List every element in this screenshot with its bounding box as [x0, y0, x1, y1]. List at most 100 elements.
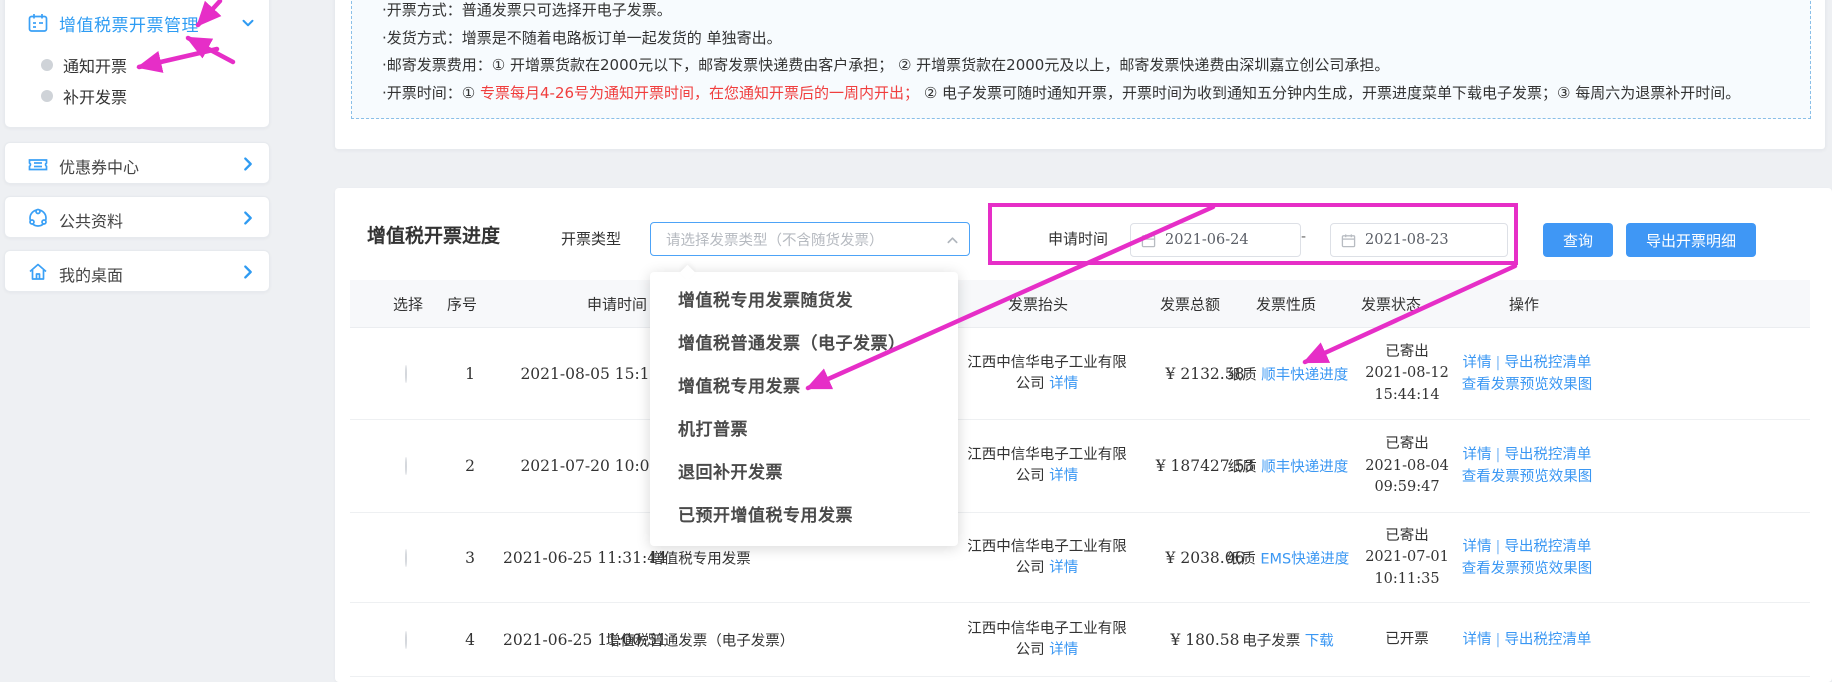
sidebar-menu-title[interactable]: 增值税票开票管理 — [59, 11, 199, 36]
chevron-down-icon[interactable] — [239, 14, 257, 32]
detail-link[interactable]: 详情 — [1463, 539, 1492, 555]
table-row: 4 2021-06-25 11:00:51 增值税普通发票（电子发票） 江西中信… — [350, 603, 1810, 677]
col-header-status: 发票状态 — [1361, 293, 1421, 314]
export-tax-list-link[interactable]: 导出税控清单 — [1504, 447, 1591, 463]
row-actions: 详情|导出税控清单查看发票预览效果图 — [1412, 536, 1642, 580]
col-header-actions: 操作 — [1509, 293, 1539, 314]
calendar-icon — [27, 12, 49, 34]
row-seq: 2 — [465, 457, 475, 475]
dropdown-option[interactable]: 增值税专用发票随货发 — [650, 280, 958, 323]
invoice-progress-page: 增值税票开票管理 通知开票 补开发票 优惠券中心 公共资料 我的 — [0, 0, 1832, 682]
search-button[interactable]: 查询 — [1543, 223, 1613, 257]
col-header-time: 申请时间 — [587, 293, 647, 314]
table-row: 2 2021-07-20 10:0 江西中信华电子工业有限公司 详情 ¥ 187… — [350, 420, 1810, 513]
sidebar-card-label[interactable]: 公共资料 — [59, 208, 123, 232]
sidebar-item-notify-invoicing[interactable]: 通知开票 — [5, 55, 269, 75]
row-radio-button[interactable] — [405, 365, 407, 383]
select-placeholder: 请选择发票类型（不含随货发票） — [666, 229, 884, 250]
row-actions: 详情|导出税控清单 — [1412, 629, 1642, 651]
dropdown-option[interactable]: 退回补开发票 — [650, 452, 958, 495]
coupon-icon — [27, 153, 49, 175]
export-tax-list-link[interactable]: 导出税控清单 — [1504, 539, 1591, 555]
row-apply-time: 2021-06-25 11:31:44 — [503, 549, 667, 567]
chevron-right-icon — [239, 209, 257, 227]
shipping-progress-link[interactable]: EMS快递进度 — [1260, 551, 1349, 567]
sidebar-item-coupon-center[interactable]: 优惠券中心 — [4, 142, 270, 184]
sidebar-item-vat-invoice-management[interactable]: 增值税票开票管理 — [5, 11, 269, 35]
invoice-type-label: 开票类型 — [561, 228, 621, 249]
row-seq: 3 — [465, 549, 475, 567]
bullet-dot-icon — [41, 59, 53, 71]
table-row: 1 2021-08-05 15:1 江西中信华电子工业有限公司 详情 ¥ 213… — [350, 328, 1810, 420]
notice-line-invoice-method: ·开票方式：普通发票只可选择开电子发票。 — [382, 0, 1790, 25]
table-header: 选择 序号 申请时间 发票类型 发票抬头 发票总额 发票性质 发票状态 操作 — [350, 280, 1810, 328]
row-invoice-title: 江西中信华电子工业有限公司 详情 — [967, 353, 1127, 395]
preview-invoice-link[interactable]: 查看发票预览效果图 — [1462, 561, 1593, 577]
table-body: 1 2021-08-05 15:1 江西中信华电子工业有限公司 详情 ¥ 213… — [350, 328, 1810, 677]
notice-line-invoicing-time: ·开票时间：① 专票每月4-26号为通知开票时间，在您通知开票后的一周内开出； … — [382, 80, 1790, 108]
notice-lines: ·开票方式：普通发票只可选择开电子发票。 ·发货方式：增票是不随着电路板订单一起… — [382, 0, 1790, 107]
shipping-progress-link[interactable]: 顺丰快递进度 — [1261, 367, 1348, 383]
row-actions: 详情|导出税控清单查看发票预览效果图 — [1412, 444, 1642, 488]
row-radio-button[interactable] — [405, 631, 407, 649]
export-invoice-details-button[interactable]: 导出开票明细 — [1626, 223, 1756, 257]
chevron-right-icon — [239, 155, 257, 173]
detail-link[interactable]: 详情 — [1463, 632, 1492, 648]
sidebar-subitem-label[interactable]: 通知开票 — [63, 53, 127, 77]
col-header-title: 发票抬头 — [1008, 293, 1068, 314]
row-amount: ¥ 180.58 — [1170, 631, 1239, 649]
row-seq: 1 — [465, 365, 475, 383]
share-icon — [27, 207, 49, 229]
row-invoice-title: 江西中信华电子工业有限公司 详情 — [967, 619, 1127, 661]
col-header-amount: 发票总额 — [1160, 293, 1220, 314]
dropdown-option[interactable]: 机打普票 — [650, 409, 958, 452]
row-radio-button[interactable] — [405, 457, 407, 475]
row-invoice-nature: 纸质 EMS快递进度 — [1227, 547, 1350, 568]
sidebar-card-label[interactable]: 我的桌面 — [59, 262, 123, 286]
page-title: 增值税开票进度 — [367, 221, 500, 248]
dropdown-option[interactable]: 增值税普通发票（电子发票） — [650, 323, 958, 366]
col-header-select: 选择 — [393, 293, 423, 314]
annotation-rectangle — [988, 203, 1518, 265]
row-invoice-nature: 电子发票 下载 — [1242, 629, 1334, 650]
export-tax-list-link[interactable]: 导出税控清单 — [1504, 355, 1591, 371]
shipping-progress-link[interactable]: 顺丰快递进度 — [1261, 460, 1348, 476]
row-invoice-title: 江西中信华电子工业有限公司 详情 — [967, 537, 1127, 579]
row-seq: 4 — [465, 631, 475, 649]
preview-invoice-link[interactable]: 查看发票预览效果图 — [1462, 469, 1593, 485]
row-radio-button[interactable] — [405, 549, 407, 567]
notice-line-shipping-method: ·发货方式：增票是不随着电路板订单一起发货的 单独寄出。 — [382, 25, 1790, 53]
row-invoice-nature: 纸质 顺丰快递进度 — [1228, 363, 1349, 384]
row-invoice-type: 增值税专用发票 — [649, 547, 751, 568]
invoice-notice-box: ·开票方式：普通发票只可选择开电子发票。 ·发货方式：增票是不随着电路板订单一起… — [351, 0, 1811, 119]
sidebar-item-public-resources[interactable]: 公共资料 — [4, 196, 270, 238]
bullet-dot-icon — [41, 90, 53, 102]
title-detail-link[interactable]: 详情 — [1049, 560, 1078, 576]
notice-line-mailing-fee: ·邮寄发票费用：① 开增票货款在2000元以下，邮寄发票快递费由客户承担； ② … — [382, 52, 1790, 80]
title-detail-link[interactable]: 详情 — [1049, 468, 1078, 484]
row-actions: 详情|导出税控清单查看发票预览效果图 — [1412, 352, 1642, 396]
row-apply-time: 2021-08-05 15:1 — [520, 365, 649, 383]
sidebar-item-my-desktop[interactable]: 我的桌面 — [4, 250, 270, 292]
invoice-type-select[interactable]: 请选择发票类型（不含随货发票） — [650, 222, 970, 256]
sidebar-subitem-label[interactable]: 补开发票 — [63, 84, 127, 108]
col-header-nature: 发票性质 — [1256, 293, 1316, 314]
export-tax-list-link[interactable]: 导出税控清单 — [1504, 632, 1591, 648]
table-row: 3 2021-06-25 11:31:44 增值税专用发票 江西中信华电子工业有… — [350, 513, 1810, 603]
sidebar-card-label[interactable]: 优惠券中心 — [59, 154, 139, 178]
preview-invoice-link[interactable]: 查看发票预览效果图 — [1462, 377, 1593, 393]
col-header-seq: 序号 — [447, 293, 477, 314]
detail-link[interactable]: 详情 — [1463, 355, 1492, 371]
home-icon — [27, 261, 49, 283]
download-invoice-link[interactable]: 下载 — [1305, 633, 1334, 649]
title-detail-link[interactable]: 详情 — [1049, 376, 1078, 392]
title-detail-link[interactable]: 详情 — [1049, 642, 1078, 658]
detail-link[interactable]: 详情 — [1463, 447, 1492, 463]
row-invoice-nature: 纸质 顺丰快递进度 — [1228, 456, 1349, 477]
dropdown-option[interactable]: 增值税专用发票 — [650, 366, 958, 409]
sidebar-menu-card: 增值税票开票管理 通知开票 补开发票 — [4, 0, 270, 128]
dropdown-option[interactable]: 已预开增值税专用发票 — [650, 495, 958, 538]
chevron-right-icon — [239, 263, 257, 281]
sidebar-item-reissue-invoice[interactable]: 补开发票 — [5, 86, 269, 106]
row-apply-time: 2021-07-20 10:0 — [520, 457, 649, 475]
